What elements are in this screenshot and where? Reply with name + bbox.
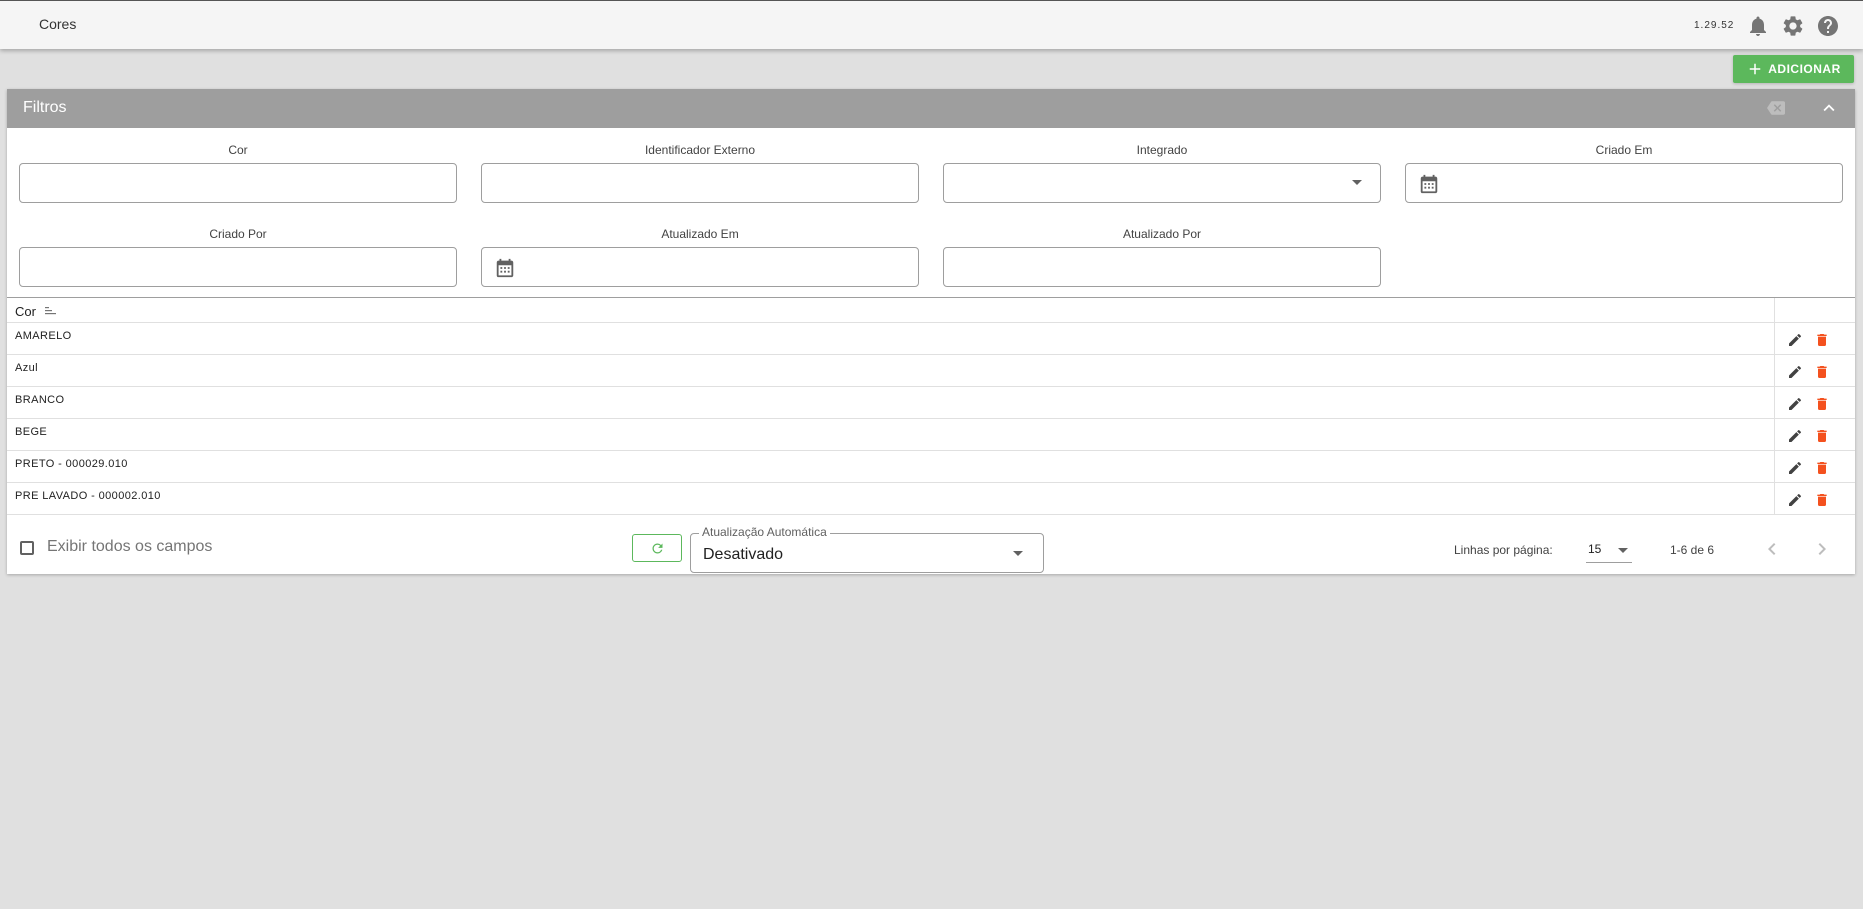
top-app-bar: Cores 1.29.52 [0,0,1863,49]
pagination-range: 1-6 de 6 [1670,543,1715,557]
table-header: Cor [7,298,1855,323]
rows-per-page-label: Linhas por página: [1454,543,1553,557]
trash-icon[interactable] [1814,332,1830,348]
table-row[interactable]: BRANCO [7,387,1855,419]
add-button-label: ADICIONAR [1768,62,1841,76]
filter-atualizado-em-label: Atualizado Em [661,227,739,241]
filter-criado-por-input[interactable] [20,248,456,286]
cell-cor: BRANCO [15,394,65,406]
filter-integrado-label: Integrado [1136,143,1188,157]
table-row[interactable]: PRETO - 000029.010 [7,451,1855,483]
trash-icon[interactable] [1814,492,1830,508]
filter-identificador-externo-label: Identificador Externo [644,143,756,157]
bell-icon[interactable] [1746,14,1770,38]
pencil-icon[interactable] [1787,428,1803,444]
filter-criado-por-label: Criado Por [209,227,267,241]
filter-atualizado-por: Atualizado Por [943,225,1381,287]
table-row[interactable]: BEGE [7,419,1855,451]
trash-icon[interactable] [1814,364,1830,380]
cell-cor: PRE LAVADO - 000002.010 [15,490,161,502]
filter-cor-input[interactable] [20,164,456,202]
rows-per-page-value: 15 [1588,542,1602,556]
gear-icon[interactable] [1781,14,1805,38]
filters-title: Filtros [23,99,67,116]
auto-update-select[interactable]: Atualização Automática Desativado [690,525,1044,573]
filter-atualizado-em-input[interactable] [482,248,918,286]
filter-atualizado-por-label: Atualizado Por [1122,227,1202,241]
page-title: Cores [39,16,77,32]
column-header-cor[interactable]: Cor [15,304,36,319]
add-button[interactable]: ADICIONAR [1733,55,1854,83]
caret-down-icon [1352,180,1362,185]
auto-update-label: Atualização Automática [699,525,830,539]
filter-integrado-select[interactable] [943,163,1381,203]
pencil-icon[interactable] [1787,396,1803,412]
calendar-icon[interactable] [1418,173,1440,195]
caret-down-icon [1013,551,1023,556]
backspace-icon[interactable] [1767,99,1785,117]
help-icon[interactable] [1816,14,1840,38]
filter-criado-em-label: Criado Em [1595,143,1653,157]
show-all-fields-label[interactable]: Exibir todos os campos [47,538,212,556]
filter-criado-em: Criado Em [1405,141,1843,203]
main-card: Filtros Cor Identificador Externo Integr… [7,89,1855,574]
refresh-icon [652,543,663,554]
calendar-icon[interactable] [494,257,516,279]
plus-icon [1746,60,1764,78]
table-row[interactable]: Azul [7,355,1855,387]
filter-identificador-externo: Identificador Externo [481,141,919,203]
refresh-button[interactable] [632,534,682,562]
table-row[interactable]: PRE LAVADO - 000002.010 [7,483,1855,515]
trash-icon[interactable] [1814,428,1830,444]
pencil-icon[interactable] [1787,332,1803,348]
app-version: 1.29.52 [1694,20,1735,31]
trash-icon[interactable] [1814,396,1830,412]
filter-criado-por: Criado Por [19,225,457,287]
auto-update-value: Desativado [703,546,784,563]
table-row[interactable]: AMARELO [7,323,1855,355]
filter-atualizado-por-input[interactable] [944,248,1380,286]
chevron-right-icon[interactable] [1810,537,1834,561]
caret-down-icon [1618,548,1628,553]
chevron-up-icon[interactable] [1818,97,1840,119]
pencil-icon[interactable] [1787,460,1803,476]
filter-atualizado-em: Atualizado Em [481,225,919,287]
pencil-icon[interactable] [1787,492,1803,508]
filters-header[interactable]: Filtros [7,89,1855,128]
chevron-left-icon[interactable] [1760,537,1784,561]
cell-cor: PRETO - 000029.010 [15,458,128,470]
filter-cor: Cor [19,141,457,203]
sort-icon[interactable] [45,305,57,317]
filter-integrado: Integrado [943,141,1381,203]
cores-table: Cor AMARELO Azul BRANCO BEGE PRETO - 000… [7,297,1855,515]
table-footer: Exibir todos os campos Atualização Autom… [7,523,1855,574]
rows-per-page-select[interactable]: 15 [1586,537,1632,563]
filter-criado-em-input[interactable] [1406,164,1842,202]
cell-cor: AMARELO [15,330,72,342]
trash-icon[interactable] [1814,460,1830,476]
show-all-fields-checkbox[interactable] [20,541,34,555]
cell-cor: Azul [15,362,38,374]
pencil-icon[interactable] [1787,364,1803,380]
filter-cor-label: Cor [228,143,248,157]
filter-identificador-externo-input[interactable] [482,164,918,202]
cell-cor: BEGE [15,426,48,438]
